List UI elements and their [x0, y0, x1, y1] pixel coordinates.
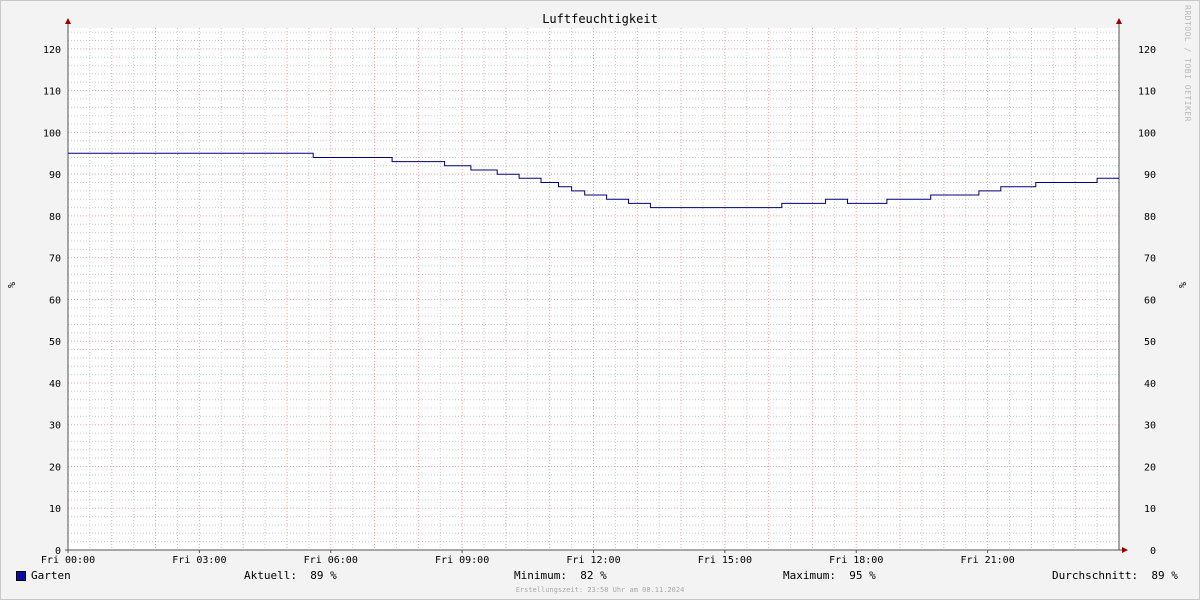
- x-tick-label: Fri 03:00: [172, 555, 226, 566]
- y-tick-label-right: 80: [1144, 212, 1156, 223]
- x-axis-arrow: [1122, 547, 1128, 553]
- legend-swatch: [16, 571, 26, 581]
- creation-time: Erstellungszeit: 23:58 Uhr am 08.11.2024: [515, 586, 685, 594]
- y-tick-label-right: 20: [1144, 462, 1156, 473]
- x-tick-label: Fri 12:00: [566, 555, 620, 566]
- y-tick-label-right: 40: [1144, 379, 1156, 390]
- y-tick-label-left: 10: [49, 504, 61, 515]
- legend-current: Aktuell: 89 %: [244, 569, 337, 582]
- y-tick-label-left: 40: [49, 379, 61, 390]
- y-tick-label-right: 60: [1144, 295, 1156, 306]
- legend-minimum: Minimum: 82 %: [514, 569, 607, 582]
- y-tick-label-right: 100: [1138, 128, 1156, 139]
- y-tick-label-left: 110: [43, 87, 61, 98]
- x-tick-label: Fri 09:00: [435, 555, 489, 566]
- y-tick-label-left: 20: [49, 462, 61, 473]
- y-tick-label-left: 50: [49, 337, 61, 348]
- legend-series-name: Garten: [31, 569, 71, 582]
- y-tick-label-right: 70: [1144, 254, 1156, 265]
- y-tick-label-right: 110: [1138, 87, 1156, 98]
- y-axis-unit-right: %: [1176, 282, 1187, 289]
- y-tick-label-left: 80: [49, 212, 61, 223]
- legend-average: Durchschnitt: 89 %: [1052, 569, 1178, 582]
- y-tick-label-right: 120: [1138, 45, 1156, 56]
- y-tick-label-left: 100: [43, 128, 61, 139]
- y-tick-label-left: 70: [49, 254, 61, 265]
- y-tick-label-left: 60: [49, 295, 61, 306]
- y-tick-label-right: 10: [1144, 504, 1156, 515]
- y-tick-label-right: 50: [1144, 337, 1156, 348]
- chart-canvas: 0 010 1020 2030 3040 4050 5060 6070 7080 8090 9010…: [41, 18, 1156, 566]
- legend-maximum: Maximum: 95 %: [783, 569, 876, 582]
- x-tick-label: Fri 18:00: [829, 555, 883, 566]
- chart-title: Luftfeuchtigkeit: [542, 12, 658, 26]
- x-tick-label: Fri 00:00: [41, 555, 95, 566]
- y-tick-label-right: 0: [1150, 546, 1156, 557]
- chart-frame: 0 0 10 10 20 20 30 30 40 40 50 50 60 60 70 70 80 80 90 90 10…: [0, 0, 1200, 600]
- y-tick-label-right: 90: [1144, 170, 1156, 181]
- y-tick-label-left: 90: [49, 170, 61, 181]
- watermark: RRDTOOL / TOBI OETIKER: [1183, 5, 1192, 122]
- y-tick-label-left: 30: [49, 421, 61, 432]
- y-tick-label-left: 120: [43, 45, 61, 56]
- x-tick-label: Fri 21:00: [961, 555, 1015, 566]
- x-tick-label: Fri 15:00: [698, 555, 752, 566]
- y-axis-unit-left: %: [5, 282, 16, 289]
- y-tick-label-right: 30: [1144, 421, 1156, 432]
- legend: Garten Aktuell: 89 % Minimum: 82 % Maxim…: [1, 569, 1199, 585]
- x-tick-label: Fri 06:00: [304, 555, 358, 566]
